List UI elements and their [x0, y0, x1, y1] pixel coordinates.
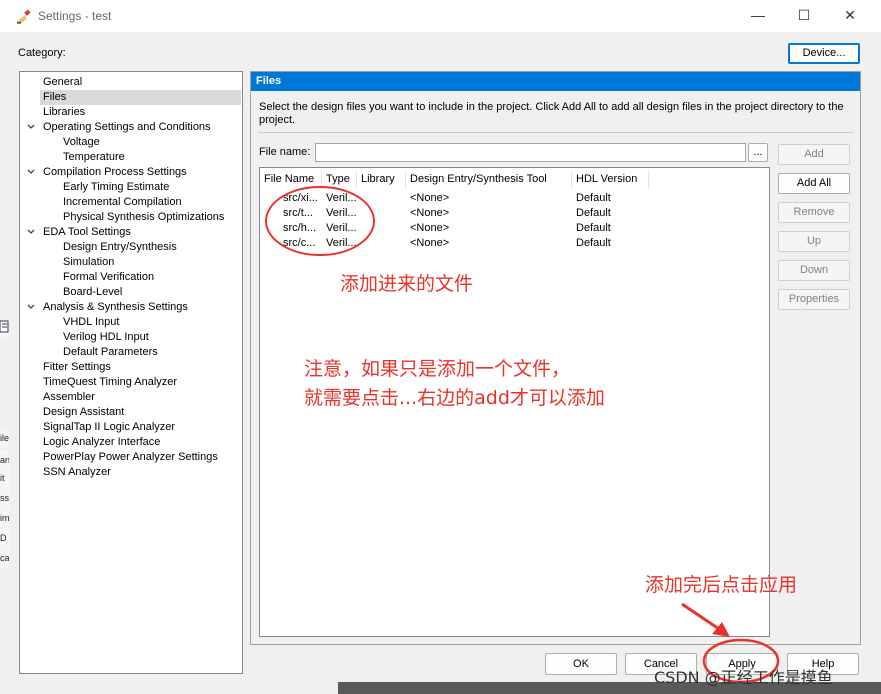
file-name-label: File name: — [259, 146, 311, 158]
annotation-circle-files — [265, 186, 375, 256]
annotation-after-add: 添加完后点击应用 — [645, 574, 798, 596]
file-row-hdl: Default — [576, 192, 611, 204]
tree-item-powerplay-power-analyzer-settings[interactable]: PowerPlay Power Analyzer Settings — [40, 450, 222, 465]
annotation-note-line2: 就需要点击...右边的add才可以添加 — [304, 387, 605, 409]
tree-item-logic-analyzer-interface[interactable]: Logic Analyzer Interface — [40, 435, 164, 450]
tree-item-ssn-analyzer[interactable]: SSN Analyzer — [40, 465, 115, 480]
panel-header: Files — [251, 72, 860, 91]
add-button[interactable]: Add — [778, 144, 850, 165]
tree-item-verilog-hdl-input[interactable]: Verilog HDL Input — [60, 330, 153, 345]
file-row-tool: <None> — [410, 192, 450, 204]
tree-item-temperature[interactable]: Temperature — [60, 150, 129, 165]
tree-item-assembler[interactable]: Assembler — [40, 390, 99, 405]
remove-button[interactable]: Remove — [778, 202, 850, 223]
down-button[interactable]: Down — [778, 260, 850, 281]
add-all-button[interactable]: Add All — [778, 173, 850, 194]
tree-item-design-assistant[interactable]: Design Assistant — [40, 405, 128, 420]
background-window-fragment: im — [0, 508, 9, 528]
column-header-design-entry-synthesis-tool[interactable]: Design Entry/Synthesis Tool — [406, 170, 572, 189]
annotation-added-files: 添加进来的文件 — [340, 273, 474, 295]
file-row-tool: <None> — [410, 207, 450, 219]
chevron-down-icon[interactable] — [26, 122, 36, 132]
background-window-fragment: ss — [0, 488, 9, 508]
window-title: Settings - test — [38, 9, 112, 23]
browse-button[interactable]: ... — [748, 143, 768, 162]
tree-item-incremental-compilation[interactable]: Incremental Compilation — [60, 195, 186, 210]
tree-item-compilation-process-settings[interactable]: Compilation Process Settings — [40, 165, 191, 180]
annotation-note-line1: 注意，如果只是添加一个文件， — [304, 358, 571, 380]
up-button[interactable]: Up — [778, 231, 850, 252]
tree-item-voltage[interactable]: Voltage — [60, 135, 104, 150]
background-window-fragment: an — [0, 450, 9, 470]
close-button[interactable]: ✕ — [827, 0, 873, 32]
column-header-hdl-version[interactable]: HDL Version — [572, 170, 649, 189]
file-name-input[interactable] — [315, 143, 746, 162]
tree-item-operating-settings-and-conditions[interactable]: Operating Settings and Conditions — [40, 120, 215, 135]
tree-item-eda-tool-settings[interactable]: EDA Tool Settings — [40, 225, 135, 240]
tree-item-default-parameters[interactable]: Default Parameters — [60, 345, 162, 360]
background-window-fragment: ile — [0, 428, 9, 448]
tree-item-simulation[interactable]: Simulation — [60, 255, 118, 270]
title-bar: Settings - test — ☐ ✕ — [0, 0, 881, 32]
tree-item-files[interactable]: Files — [40, 90, 241, 105]
file-row-hdl: Default — [576, 222, 611, 234]
file-row-tool: <None> — [410, 222, 450, 234]
background-window-icon — [0, 320, 9, 340]
separator — [258, 132, 853, 133]
file-row-hdl: Default — [576, 237, 611, 249]
tree-item-libraries[interactable]: Libraries — [40, 105, 89, 120]
chevron-down-icon[interactable] — [26, 302, 36, 312]
watermark: CSDN @正经工作是摸鱼 — [654, 668, 833, 687]
tree-item-timequest-timing-analyzer[interactable]: TimeQuest Timing Analyzer — [40, 375, 181, 390]
tree-item-board-level[interactable]: Board-Level — [60, 285, 126, 300]
tree-item-general[interactable]: General — [40, 75, 86, 90]
maximize-button[interactable]: ☐ — [781, 0, 827, 32]
settings-pencil-icon — [16, 9, 31, 24]
background-window-fragment: it — [0, 468, 9, 488]
chevron-down-icon[interactable] — [26, 227, 36, 237]
panel-description: Select the design files you want to incl… — [259, 101, 844, 126]
device-button[interactable]: Device... — [788, 43, 860, 64]
chevron-down-icon[interactable] — [26, 167, 36, 177]
tree-item-vhdl-input[interactable]: VHDL Input — [60, 315, 123, 330]
tree-item-design-entry-synthesis[interactable]: Design Entry/Synthesis — [60, 240, 181, 255]
tree-item-formal-verification[interactable]: Formal Verification — [60, 270, 158, 285]
tree-item-early-timing-estimate[interactable]: Early Timing Estimate — [60, 180, 173, 195]
tree-item-physical-synthesis-optimizations[interactable]: Physical Synthesis Optimizations — [60, 210, 228, 225]
tree-item-signaltap-ii-logic-analyzer[interactable]: SignalTap II Logic Analyzer — [40, 420, 179, 435]
annotation-arrow — [681, 602, 730, 637]
properties-button[interactable]: Properties — [778, 289, 850, 310]
background-window-fragment: ca — [0, 548, 9, 568]
file-row-tool: <None> — [410, 237, 450, 249]
category-label: Category: — [18, 47, 66, 59]
document-icon — [0, 320, 9, 333]
minimize-button[interactable]: — — [735, 0, 781, 32]
background-window-fragment: D — [0, 528, 9, 548]
file-row-hdl: Default — [576, 207, 611, 219]
tree-item-analysis-synthesis-settings[interactable]: Analysis & Synthesis Settings — [40, 300, 192, 315]
category-tree[interactable]: General Files Libraries Operating Settings … — [19, 71, 243, 674]
ok-button[interactable]: OK — [545, 653, 617, 675]
tree-item-fitter-settings[interactable]: Fitter Settings — [40, 360, 115, 375]
